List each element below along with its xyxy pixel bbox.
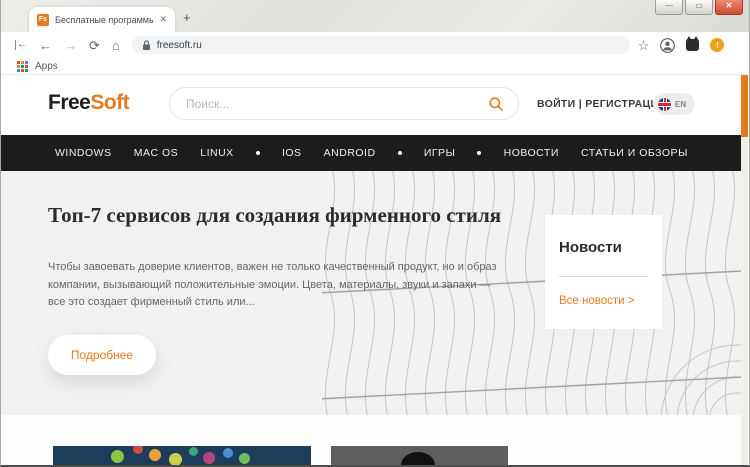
nav-separator-dot xyxy=(477,151,482,155)
reload-icon[interactable]: ⟳ xyxy=(89,39,100,52)
nav-item-windows[interactable]: WINDOWS xyxy=(55,147,112,159)
tab-title: Бесплатные программы на Fre xyxy=(55,14,154,25)
url-text: freesoft.ru xyxy=(156,39,202,51)
nav-item-linux[interactable]: LINUX xyxy=(200,147,233,159)
bookmark-star-icon[interactable]: ☆ xyxy=(638,39,650,52)
web-page: FreeSoft ВОЙТИ | РЕГИСТРАЦИЯ EN WINDOWS xyxy=(1,75,742,465)
nav-item-ios[interactable]: IOS xyxy=(282,147,302,159)
article-thumbnail-dark[interactable] xyxy=(331,446,508,465)
forward-icon[interactable]: → xyxy=(64,39,77,52)
home-icon[interactable]: ⌂ xyxy=(112,39,120,52)
maximize-button[interactable]: ▭ xyxy=(685,0,713,15)
extension-icon[interactable] xyxy=(686,36,700,51)
nav-item-games[interactable]: ИГРЫ xyxy=(424,147,456,159)
search-input[interactable] xyxy=(184,95,488,112)
minimize-button[interactable]: — xyxy=(655,0,683,15)
minimize-icon: — xyxy=(665,1,673,10)
apps-grid-icon[interactable] xyxy=(17,60,28,72)
article-title[interactable]: Топ-7 сервисов для создания фирменного с… xyxy=(48,203,501,228)
auth-divider: | xyxy=(578,98,582,110)
page-scrollbar[interactable] xyxy=(741,75,748,465)
profile-icon[interactable] xyxy=(660,37,676,53)
nav-item-articles[interactable]: СТАТЬИ И ОБЗОРЫ xyxy=(581,147,688,159)
address-bar[interactable]: freesoft.ru xyxy=(131,36,630,54)
news-widget-title: Новости xyxy=(559,239,622,256)
toolbar-right: ☆ ! xyxy=(638,36,725,53)
maximize-icon: ▭ xyxy=(695,1,703,10)
search-icon[interactable] xyxy=(488,96,504,112)
browser-tab[interactable]: Fs Бесплатные программы на Fre ✕ xyxy=(29,7,175,32)
window-controls: — ▭ ✕ xyxy=(655,0,743,15)
logo-free: Free xyxy=(48,91,91,114)
notification-badge-icon[interactable]: ! xyxy=(710,38,725,52)
nav-item-news[interactable]: НОВОСТИ xyxy=(504,147,559,159)
nav-item-android[interactable]: ANDROID xyxy=(324,147,376,159)
apps-label[interactable]: Apps xyxy=(35,61,58,72)
browser-toolbar: ← ← → ⟳ ⌂ freesoft.ru ☆ ! xyxy=(1,32,749,58)
title-bar: Fs Бесплатные программы на Fre ✕ + — ▭ ✕ xyxy=(1,0,749,32)
nav-separator-dot xyxy=(255,151,260,155)
lock-icon xyxy=(142,39,150,50)
bookmarks-bar: Apps xyxy=(1,58,749,75)
scrollbar-thumb[interactable] xyxy=(741,75,748,137)
news-divider xyxy=(559,276,648,277)
browser-window: Fs Бесплатные программы на Fre ✕ + — ▭ ✕… xyxy=(0,0,750,467)
login-link[interactable]: ВОЙТИ xyxy=(537,98,576,110)
nav-separator-dot xyxy=(397,151,402,155)
uk-flag-icon xyxy=(658,97,671,111)
logo-soft: Soft xyxy=(90,91,130,114)
site-header: FreeSoft ВОЙТИ | РЕГИСТРАЦИЯ EN xyxy=(1,75,742,135)
auth-links: ВОЙТИ | РЕГИСТРАЦИЯ xyxy=(537,98,666,110)
site-logo[interactable]: FreeSoft xyxy=(48,91,130,115)
read-more-button[interactable]: Подробнее xyxy=(48,335,156,375)
article-thumbnail-map[interactable] xyxy=(53,446,311,465)
news-widget: Новости Все новости > xyxy=(545,215,662,329)
close-icon: ✕ xyxy=(725,1,733,10)
close-button[interactable]: ✕ xyxy=(715,0,743,15)
language-label: EN xyxy=(675,99,687,109)
articles-row xyxy=(1,415,742,465)
new-tab-button[interactable]: + xyxy=(183,10,191,25)
main-navigation: WINDOWS MAC OS LINUX IOS ANDROID ИГРЫ НО… xyxy=(1,135,742,171)
back-icon[interactable]: ← xyxy=(39,39,52,52)
goto-start-icon[interactable]: ← xyxy=(15,40,27,50)
language-switcher[interactable]: EN xyxy=(653,93,696,115)
all-news-link[interactable]: Все новости > xyxy=(559,295,648,307)
nav-item-macos[interactable]: MAC OS xyxy=(134,147,178,159)
tab-close-icon[interactable]: ✕ xyxy=(159,14,167,25)
hero-section: Топ-7 сервисов для создания фирменного с… xyxy=(1,171,742,415)
article-excerpt: Чтобы завоевать доверие клиентов, важен … xyxy=(48,261,497,309)
tab-favicon-icon: Fs xyxy=(37,13,49,26)
search-box xyxy=(169,87,519,120)
